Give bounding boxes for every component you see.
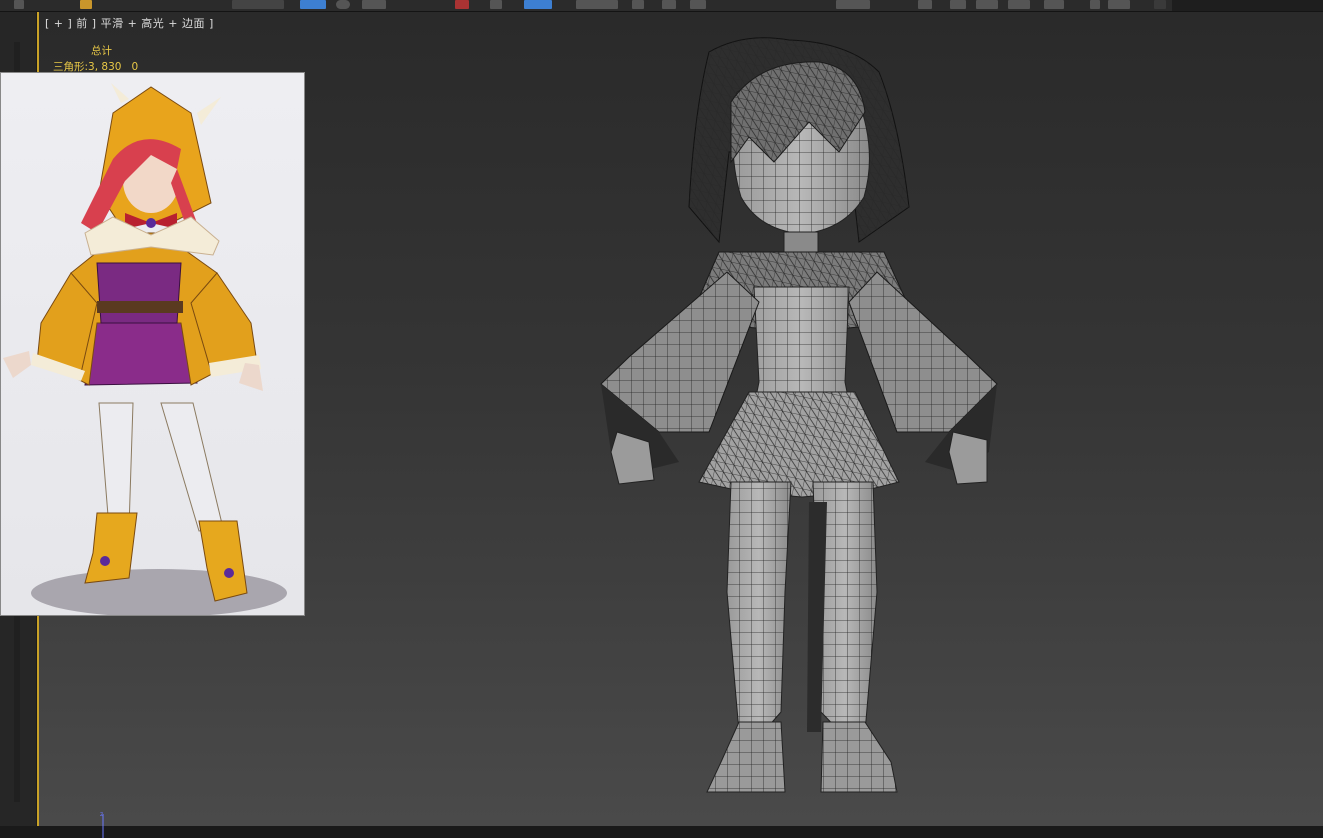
stats-title: 总计 [91, 45, 112, 57]
wireframe-character-mesh[interactable] [559, 32, 1019, 802]
main-toolbar [0, 0, 1323, 12]
curve-editor-icon[interactable] [690, 0, 706, 9]
angle-snap-icon[interactable] [490, 0, 502, 9]
rendered-frame-icon[interactable] [976, 0, 998, 9]
viewport-label[interactable]: [ + ] 前 ] 平滑 + 高光 + 边面 ] [45, 15, 214, 31]
reference-image-panel[interactable] [0, 72, 305, 616]
link-icon[interactable] [80, 0, 92, 9]
align-icon[interactable] [576, 0, 618, 9]
graphite-icon[interactable] [662, 0, 676, 9]
character-concept-art-image [3, 83, 287, 615]
layer-icon[interactable] [632, 0, 644, 9]
scale-icon[interactable] [362, 0, 386, 9]
toolbar-extra-icon[interactable] [1090, 0, 1100, 9]
svg-text:z: z [100, 811, 103, 818]
axis-gizmo-icon: z [100, 811, 104, 838]
toolbar-empty-area [1172, 0, 1323, 11]
toolbar-more-icon[interactable] [1154, 0, 1166, 9]
undo-icon[interactable] [14, 0, 24, 9]
material-editor-icon[interactable] [918, 0, 932, 9]
render-setup-icon[interactable] [950, 0, 966, 9]
mirror-button[interactable] [524, 0, 552, 9]
schematic-view-icon[interactable] [836, 0, 870, 9]
render-icon[interactable] [1008, 0, 1030, 9]
rotate-icon[interactable] [336, 0, 350, 9]
render-production-icon[interactable] [1044, 0, 1064, 9]
selection-filter-dropdown[interactable] [232, 0, 284, 9]
select-object-button[interactable] [300, 0, 326, 9]
snaps-icon[interactable] [455, 0, 469, 9]
toolbar-extra-2-icon[interactable] [1108, 0, 1130, 9]
